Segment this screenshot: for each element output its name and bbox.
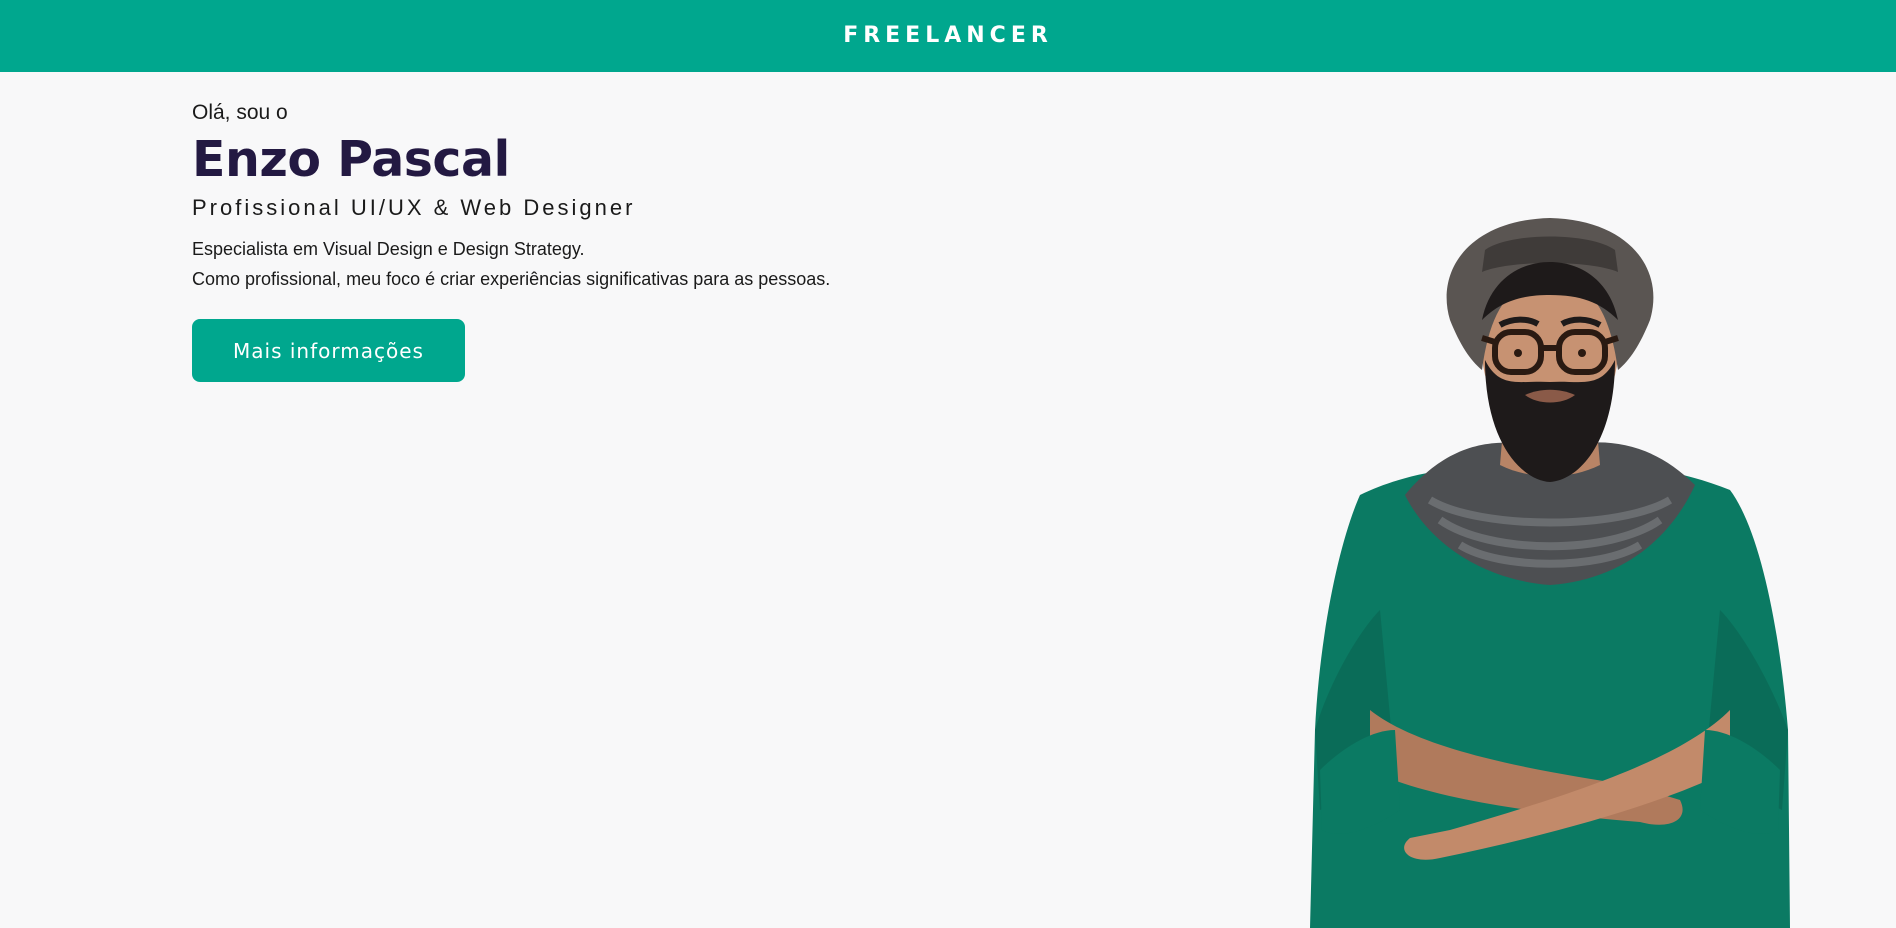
hero-name: Enzo Pascal xyxy=(192,131,510,188)
more-info-button[interactable]: Mais informações xyxy=(192,319,465,382)
top-header: FREELANCER xyxy=(0,0,1896,72)
hero-role: Profissional UI/UX & Web Designer xyxy=(192,195,636,220)
hero-description-line: Como profissional, meu foco é criar expe… xyxy=(192,269,831,289)
brand-logo[interactable]: FREELANCER xyxy=(843,25,1053,47)
hero-greeting: Olá, sou o xyxy=(192,101,288,124)
hero-description: Especialista em Visual Design e Design S… xyxy=(192,234,1192,294)
hero-section: Olá, sou o Enzo Pascal Profissional UI/U… xyxy=(192,96,1192,294)
portrait-image xyxy=(1310,218,1790,928)
hero-description-line: Especialista em Visual Design e Design S… xyxy=(192,239,585,259)
